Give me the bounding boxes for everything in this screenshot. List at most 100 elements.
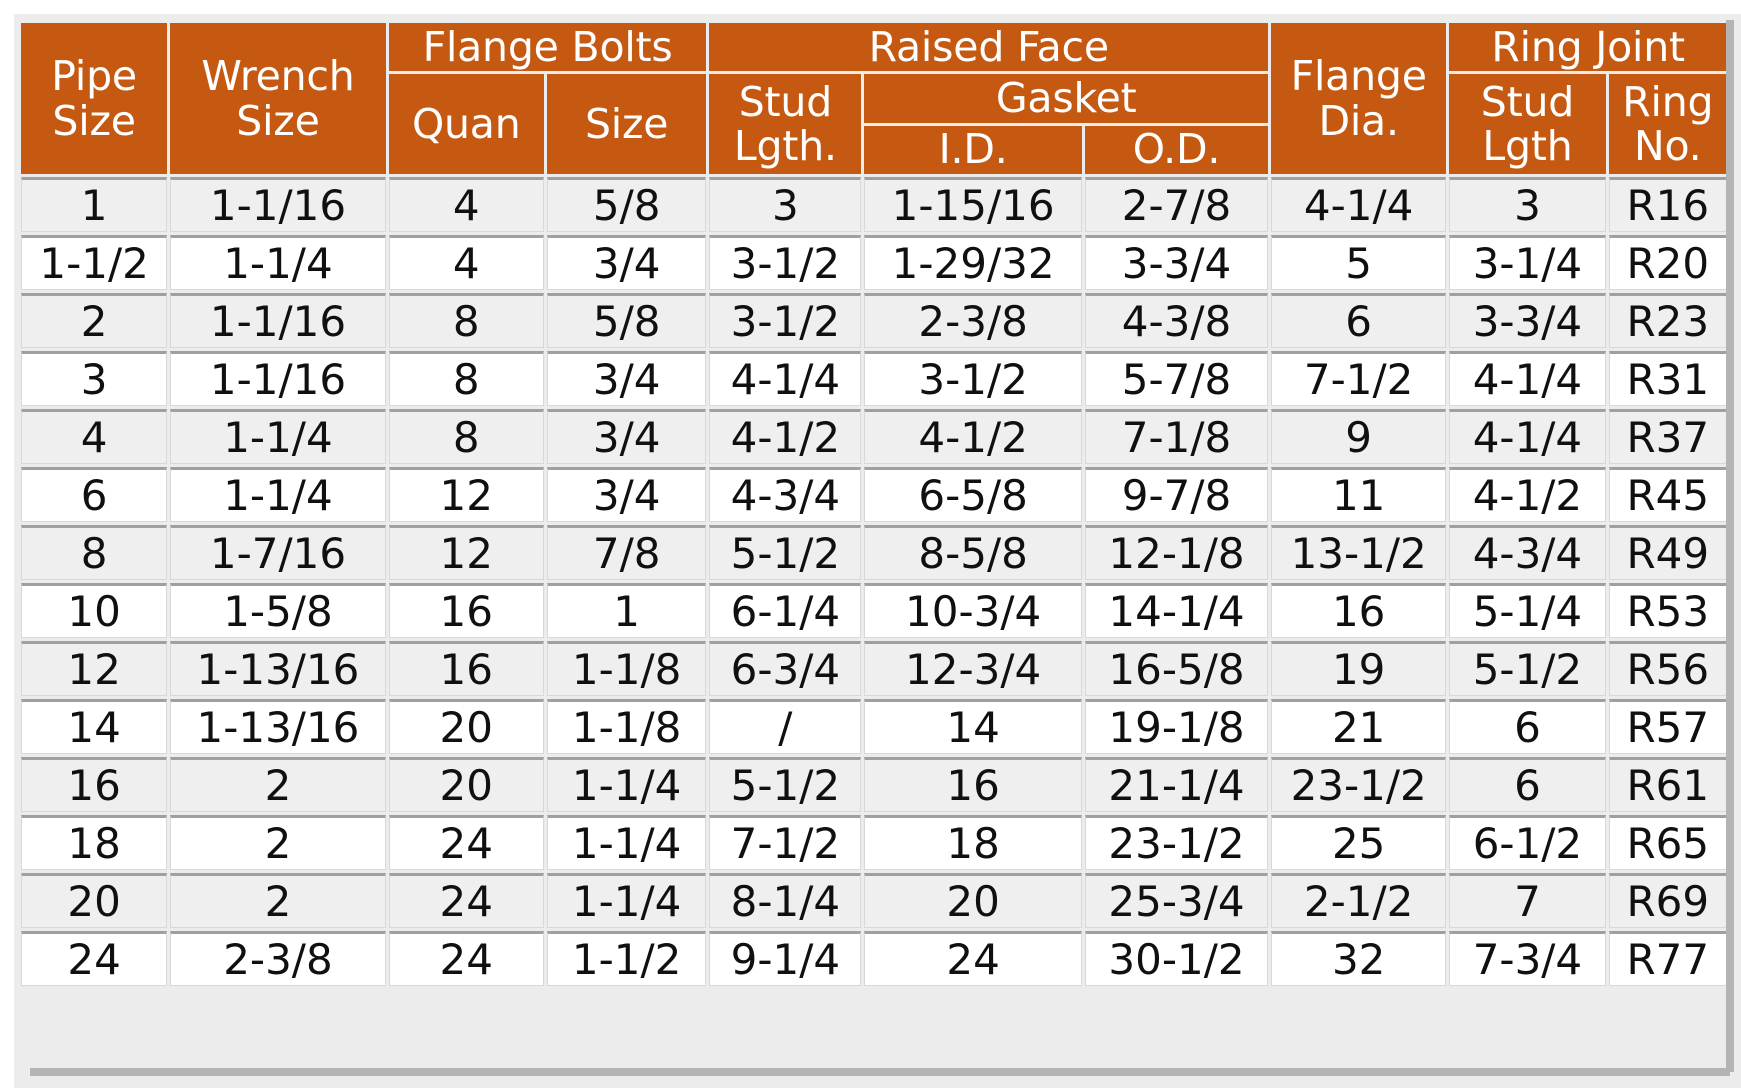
cell-flange-dia[interactable]: 11 [1271,467,1447,522]
cell-rf-stud-lgth[interactable]: 6-1/4 [709,583,862,638]
cell-gasket-od[interactable]: 4-3/8 [1084,293,1269,348]
cell-rf-stud-lgth[interactable]: 4-1/4 [709,351,862,406]
cell-rf-stud-lgth[interactable]: 9-1/4 [709,931,862,986]
cell-flange-dia[interactable]: 4-1/4 [1271,177,1447,232]
cell-rj-ring-no[interactable]: R57 [1608,699,1727,754]
cell-bolt-size[interactable]: 3/4 [546,235,707,290]
cell-gasket-od[interactable]: 5-7/8 [1084,351,1269,406]
cell-rf-stud-lgth[interactable]: 4-1/2 [709,409,862,464]
cell-wrench-size[interactable]: 1-1/4 [170,467,386,522]
cell-rj-stud-lgth[interactable]: 3 [1449,177,1606,232]
cell-bolt-quan[interactable]: 4 [388,177,544,232]
cell-gasket-id[interactable]: 1-29/32 [864,235,1082,290]
cell-flange-dia[interactable]: 19 [1271,641,1447,696]
cell-gasket-id[interactable]: 12-3/4 [864,641,1082,696]
cell-gasket-id[interactable]: 20 [864,873,1082,928]
cell-bolt-quan[interactable]: 12 [388,525,544,580]
cell-gasket-id[interactable]: 14 [864,699,1082,754]
cell-rj-stud-lgth[interactable]: 4-1/4 [1449,351,1606,406]
cell-rf-stud-lgth[interactable]: 8-1/4 [709,873,862,928]
cell-pipe-size[interactable]: 14 [21,699,168,754]
cell-rf-stud-lgth[interactable]: 7-1/2 [709,815,862,870]
cell-wrench-size[interactable]: 1-13/16 [170,699,386,754]
cell-gasket-id[interactable]: 8-5/8 [864,525,1082,580]
cell-flange-dia[interactable]: 23-1/2 [1271,757,1447,812]
cell-rf-stud-lgth[interactable]: 3-1/2 [709,235,862,290]
cell-rj-ring-no[interactable]: R45 [1608,467,1727,522]
cell-pipe-size[interactable]: 24 [21,931,168,986]
cell-rj-stud-lgth[interactable]: 4-3/4 [1449,525,1606,580]
cell-gasket-od[interactable]: 3-3/4 [1084,235,1269,290]
cell-wrench-size[interactable]: 2 [170,815,386,870]
cell-bolt-quan[interactable]: 24 [388,931,544,986]
cell-bolt-quan[interactable]: 12 [388,467,544,522]
cell-gasket-od[interactable]: 23-1/2 [1084,815,1269,870]
cell-pipe-size[interactable]: 10 [21,583,168,638]
cell-wrench-size[interactable]: 1-7/16 [170,525,386,580]
cell-rj-ring-no[interactable]: R65 [1608,815,1727,870]
cell-bolt-quan[interactable]: 20 [388,699,544,754]
cell-rf-stud-lgth[interactable]: 5-1/2 [709,525,862,580]
cell-bolt-quan[interactable]: 20 [388,757,544,812]
cell-gasket-id[interactable]: 1-15/16 [864,177,1082,232]
cell-gasket-od[interactable]: 2-7/8 [1084,177,1269,232]
cell-flange-dia[interactable]: 21 [1271,699,1447,754]
cell-rj-ring-no[interactable]: R16 [1608,177,1727,232]
cell-gasket-id[interactable]: 10-3/4 [864,583,1082,638]
cell-flange-dia[interactable]: 16 [1271,583,1447,638]
cell-flange-dia[interactable]: 9 [1271,409,1447,464]
cell-rj-ring-no[interactable]: R61 [1608,757,1727,812]
cell-wrench-size[interactable]: 1-1/16 [170,351,386,406]
cell-wrench-size[interactable]: 1-13/16 [170,641,386,696]
cell-flange-dia[interactable]: 2-1/2 [1271,873,1447,928]
cell-wrench-size[interactable]: 1-1/4 [170,409,386,464]
cell-bolt-size[interactable]: 1-1/4 [546,757,707,812]
cell-rj-ring-no[interactable]: R69 [1608,873,1727,928]
cell-flange-dia[interactable]: 7-1/2 [1271,351,1447,406]
cell-gasket-id[interactable]: 4-1/2 [864,409,1082,464]
cell-pipe-size[interactable]: 8 [21,525,168,580]
cell-bolt-size[interactable]: 3/4 [546,467,707,522]
cell-pipe-size[interactable]: 18 [21,815,168,870]
cell-wrench-size[interactable]: 2 [170,873,386,928]
cell-rj-stud-lgth[interactable]: 7-3/4 [1449,931,1606,986]
cell-pipe-size[interactable]: 3 [21,351,168,406]
cell-rj-stud-lgth[interactable]: 5-1/2 [1449,641,1606,696]
cell-bolt-quan[interactable]: 16 [388,641,544,696]
cell-pipe-size[interactable]: 1 [21,177,168,232]
cell-rj-ring-no[interactable]: R56 [1608,641,1727,696]
cell-bolt-size[interactable]: 1 [546,583,707,638]
cell-rj-stud-lgth[interactable]: 4-1/2 [1449,467,1606,522]
cell-wrench-size[interactable]: 1-1/16 [170,293,386,348]
cell-pipe-size[interactable]: 12 [21,641,168,696]
cell-wrench-size[interactable]: 1-1/16 [170,177,386,232]
cell-gasket-od[interactable]: 25-3/4 [1084,873,1269,928]
cell-rj-stud-lgth[interactable]: 3-3/4 [1449,293,1606,348]
cell-rj-stud-lgth[interactable]: 7 [1449,873,1606,928]
cell-gasket-od[interactable]: 12-1/8 [1084,525,1269,580]
cell-wrench-size[interactable]: 2 [170,757,386,812]
bottom-scroll-rail[interactable] [30,1068,1730,1076]
cell-pipe-size[interactable]: 16 [21,757,168,812]
cell-rj-ring-no[interactable]: R49 [1608,525,1727,580]
cell-pipe-size[interactable]: 1-1/2 [21,235,168,290]
cell-flange-dia[interactable]: 32 [1271,931,1447,986]
cell-rj-stud-lgth[interactable]: 6 [1449,757,1606,812]
cell-pipe-size[interactable]: 2 [21,293,168,348]
cell-gasket-od[interactable]: 21-1/4 [1084,757,1269,812]
cell-rj-ring-no[interactable]: R23 [1608,293,1727,348]
right-scroll-rail[interactable] [1726,20,1734,1072]
cell-gasket-id[interactable]: 18 [864,815,1082,870]
cell-bolt-quan[interactable]: 16 [388,583,544,638]
cell-pipe-size[interactable]: 20 [21,873,168,928]
cell-gasket-id[interactable]: 6-5/8 [864,467,1082,522]
cell-wrench-size[interactable]: 2-3/8 [170,931,386,986]
cell-bolt-size[interactable]: 1-1/4 [546,873,707,928]
cell-wrench-size[interactable]: 1-1/4 [170,235,386,290]
cell-bolt-size[interactable]: 5/8 [546,293,707,348]
cell-pipe-size[interactable]: 4 [21,409,168,464]
cell-bolt-quan[interactable]: 8 [388,409,544,464]
cell-bolt-size[interactable]: 1-1/8 [546,641,707,696]
cell-bolt-size[interactable]: 5/8 [546,177,707,232]
cell-rf-stud-lgth[interactable]: 4-3/4 [709,467,862,522]
